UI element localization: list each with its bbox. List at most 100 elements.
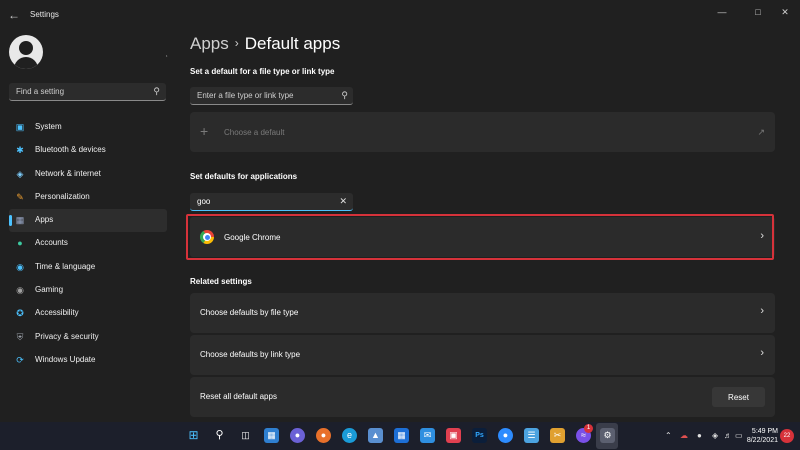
sidebar-item-system[interactable]: ▣ System	[9, 116, 167, 139]
store-icon[interactable]: ▲	[368, 428, 383, 443]
accessibility-icon: ✪	[16, 308, 24, 319]
file-type-input[interactable]: Enter a file type or link type ⚲	[190, 87, 353, 105]
chevron-right-icon: ›	[234, 36, 239, 50]
sidebar-item-label: Gaming	[35, 285, 64, 295]
related-settings-label: Related settings	[190, 277, 252, 286]
settings-icon[interactable]: ⚙	[600, 428, 615, 443]
apps-section-label: Set defaults for applications	[190, 172, 298, 181]
firefox-icon[interactable]: ●	[316, 428, 331, 443]
find-setting-input[interactable]: Find a setting ⚲	[9, 83, 166, 101]
gaming-icon: ◉	[16, 285, 24, 296]
messenger-badge: 1	[584, 424, 593, 433]
maximize-icon[interactable]: □	[748, 5, 768, 19]
sidebar-item-label: Privacy & security	[35, 331, 99, 341]
search-icon: ⚲	[341, 90, 348, 100]
app-title: Settings	[30, 10, 59, 19]
zoom-icon[interactable]: ●	[498, 428, 513, 443]
shield-icon: ⛨	[16, 331, 24, 342]
find-setting-placeholder: Find a setting	[16, 87, 65, 96]
active-indicator	[9, 215, 12, 227]
teams-chat-icon[interactable]: ●	[290, 428, 305, 443]
sidebar-item-label: Personalization	[35, 191, 90, 201]
open-external-icon: ↗	[757, 127, 765, 137]
profile-mark: ‘	[166, 55, 168, 62]
app-search-input[interactable]: goo ✕	[190, 193, 353, 211]
widgets-icon[interactable]: ▦	[264, 428, 279, 443]
highlight-box	[186, 214, 774, 260]
clear-icon[interactable]: ✕	[339, 196, 347, 207]
snipping-icon[interactable]: ✂	[550, 428, 565, 443]
page-title: Default apps	[244, 34, 341, 53]
avatar[interactable]	[9, 35, 43, 69]
choose-default-label: Choose a default	[224, 128, 285, 137]
search-icon[interactable]: ⚲	[212, 428, 227, 443]
sidebar-item-network[interactable]: ◈ Network & internet	[9, 163, 167, 186]
update-icon: ⟳	[16, 354, 24, 365]
sidebar-nav: ▣ System ✱ Bluetooth & devices ◈ Network…	[9, 116, 167, 372]
wifi-icon: ◈	[16, 168, 24, 179]
accounts-icon: ●	[17, 238, 23, 249]
notification-badge[interactable]: 22	[780, 429, 794, 443]
file-type-section-label: Set a default for a file type or link ty…	[190, 67, 335, 76]
search-icon: ⚲	[153, 86, 160, 96]
row-label: Reset all default apps	[200, 392, 277, 401]
task-view-icon[interactable]: ◫	[238, 428, 253, 443]
sidebar-item-accounts[interactable]: ● Accounts	[9, 232, 167, 255]
chevron-right-icon: ›	[760, 305, 764, 317]
sidebar-item-label: Bluetooth & devices	[35, 145, 106, 155]
sidebar-item-privacy[interactable]: ⛨ Privacy & security	[9, 326, 167, 349]
breadcrumb: Apps › Default apps	[190, 34, 340, 54]
notepad-icon[interactable]: ☰	[524, 428, 539, 443]
minimize-icon[interactable]: —	[712, 5, 732, 19]
sidebar-item-label: Accounts	[35, 238, 68, 248]
microsoft-store-icon[interactable]: ▦	[394, 428, 409, 443]
close-icon[interactable]: ✕	[775, 5, 795, 19]
choose-defaults-link-type-row[interactable]: Choose defaults by link type ›	[190, 335, 775, 375]
file-type-placeholder: Enter a file type or link type	[197, 91, 294, 100]
mic-icon[interactable]: ●	[697, 431, 702, 440]
mail-icon[interactable]: ✉	[420, 428, 435, 443]
sidebar-item-bluetooth[interactable]: ✱ Bluetooth & devices	[9, 139, 167, 162]
sidebar-item-label: Windows Update	[35, 354, 96, 364]
sidebar-item-label: System	[35, 122, 62, 131]
sidebar-item-time-language[interactable]: ◉ Time & language	[9, 256, 167, 279]
date: 8/22/2021	[746, 437, 778, 444]
plus-icon: +	[200, 123, 209, 139]
time: 5:49 PM	[751, 428, 778, 435]
sidebar-item-label: Apps	[35, 215, 54, 225]
sidebar-item-accessibility[interactable]: ✪ Accessibility	[9, 302, 167, 325]
taskbar: ⊞ ⚲ ◫ ▦ ● ● e ▲ ▦ ✉ ▣ Ps ● ☰ ✂ ≈ 1 ⚙ ⌃ ☁…	[0, 422, 800, 450]
row-label: Choose defaults by file type	[200, 308, 299, 317]
sidebar-item-label: Accessibility	[35, 308, 79, 318]
chevron-up-icon[interactable]: ⌃	[665, 431, 672, 440]
onedrive-icon[interactable]: ☁	[680, 431, 688, 440]
row-label: Choose defaults by link type	[200, 350, 301, 359]
photos-icon[interactable]: ▣	[446, 428, 461, 443]
bluetooth-icon: ✱	[16, 145, 24, 156]
clock[interactable]: 5:49 PM 8/22/2021	[742, 427, 778, 445]
photoshop-icon[interactable]: Ps	[472, 428, 487, 443]
apps-icon: ▦	[15, 215, 25, 226]
sidebar-item-windows-update[interactable]: ⟳ Windows Update	[9, 349, 167, 372]
app-search-value: goo	[197, 197, 211, 206]
sidebar-item-label: Time & language	[35, 261, 96, 271]
edge-icon[interactable]: e	[342, 428, 357, 443]
brush-icon: ✎	[16, 191, 24, 202]
chevron-right-icon: ›	[760, 347, 764, 359]
system-icon: ▣	[15, 122, 25, 132]
breadcrumb-apps[interactable]: Apps	[190, 34, 229, 53]
choose-default-card: + Choose a default ↗	[190, 112, 775, 152]
sidebar-item-gaming[interactable]: ◉ Gaming	[9, 279, 167, 302]
back-arrow-icon[interactable]: ←	[8, 8, 22, 22]
wifi-icon[interactable]: ◈	[712, 431, 718, 440]
sidebar-item-apps[interactable]: ▦ Apps	[9, 209, 167, 233]
globe-icon: ◉	[16, 261, 24, 272]
reset-default-apps-row: Reset all default apps Reset	[190, 377, 775, 417]
choose-defaults-file-type-row[interactable]: Choose defaults by file type ›	[190, 293, 775, 333]
sidebar-item-label: Network & internet	[35, 168, 101, 178]
volume-icon[interactable]: ♬	[724, 431, 732, 440]
reset-button[interactable]: Reset	[712, 387, 765, 407]
start-icon[interactable]: ⊞	[186, 428, 201, 443]
title-bar: ← Settings — □ ✕	[0, 0, 800, 30]
sidebar-item-personalization[interactable]: ✎ Personalization	[9, 186, 167, 209]
